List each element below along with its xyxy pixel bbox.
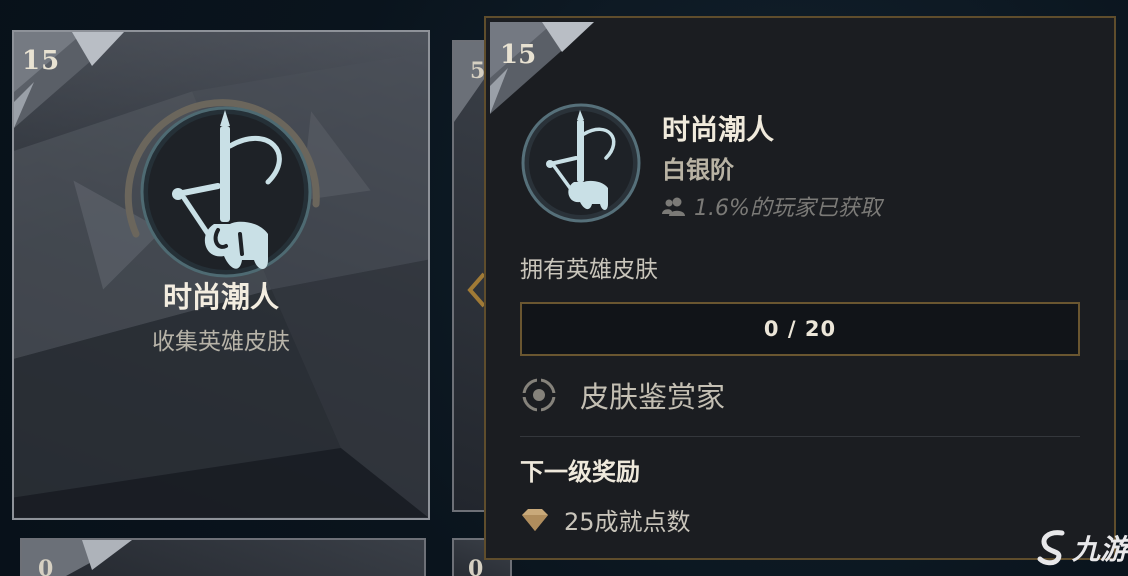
achievement-tooltip: 15 时尚潮人 白银阶 1.6%的玩家已获取 拥有英雄皮肤 0 / 20 皮肤鉴…	[484, 16, 1116, 560]
card-level: 15	[22, 46, 61, 76]
title-reward: 皮肤鉴赏家	[520, 374, 725, 416]
achievement-screen: 5 0 0 15 时尚潮人 收集英雄皮肤 15 时尚潮人 白银阶 1.6%的玩家…	[0, 0, 1128, 576]
title-target-icon	[520, 376, 558, 414]
background-card-level: 0	[468, 556, 484, 576]
fashion-emblem-icon	[124, 99, 320, 278]
watermark-text: 九游	[1072, 533, 1128, 566]
background-card-bottom-left[interactable]: 0	[20, 538, 426, 576]
card-title: 时尚潮人	[162, 280, 279, 314]
next-reward: 25成就点数	[520, 502, 691, 537]
next-reward-heading: 下一级奖励	[520, 458, 640, 486]
reward-label: 25成就点数	[564, 508, 691, 536]
card-subtitle: 收集英雄皮肤	[152, 329, 290, 355]
players-icon	[662, 197, 685, 216]
edge-card-fragment	[1116, 300, 1128, 360]
players-percentage: 1.6%的玩家已获取	[694, 196, 882, 221]
progress-bar: 0 / 20	[520, 302, 1080, 356]
tooltip-tier: 白银阶	[662, 156, 734, 184]
progress-text: 0 / 20	[763, 317, 837, 341]
tooltip-players-stat: 1.6%的玩家已获取	[662, 190, 882, 222]
background-card-level: 0	[38, 556, 54, 576]
tooltip-level: 15	[500, 40, 537, 70]
watermark-logo: 九游	[1036, 528, 1128, 568]
tooltip-title: 时尚潮人	[662, 113, 775, 146]
fashion-emblem-icon	[521, 103, 641, 223]
tooltip-description: 拥有英雄皮肤	[520, 257, 658, 283]
watermark-logo-icon	[1037, 530, 1065, 566]
title-reward-label: 皮肤鉴赏家	[580, 380, 726, 414]
gem-icon	[522, 508, 548, 531]
tooltip-divider	[520, 436, 1080, 437]
achievement-card[interactable]: 15 时尚潮人 收集英雄皮肤	[12, 30, 430, 520]
